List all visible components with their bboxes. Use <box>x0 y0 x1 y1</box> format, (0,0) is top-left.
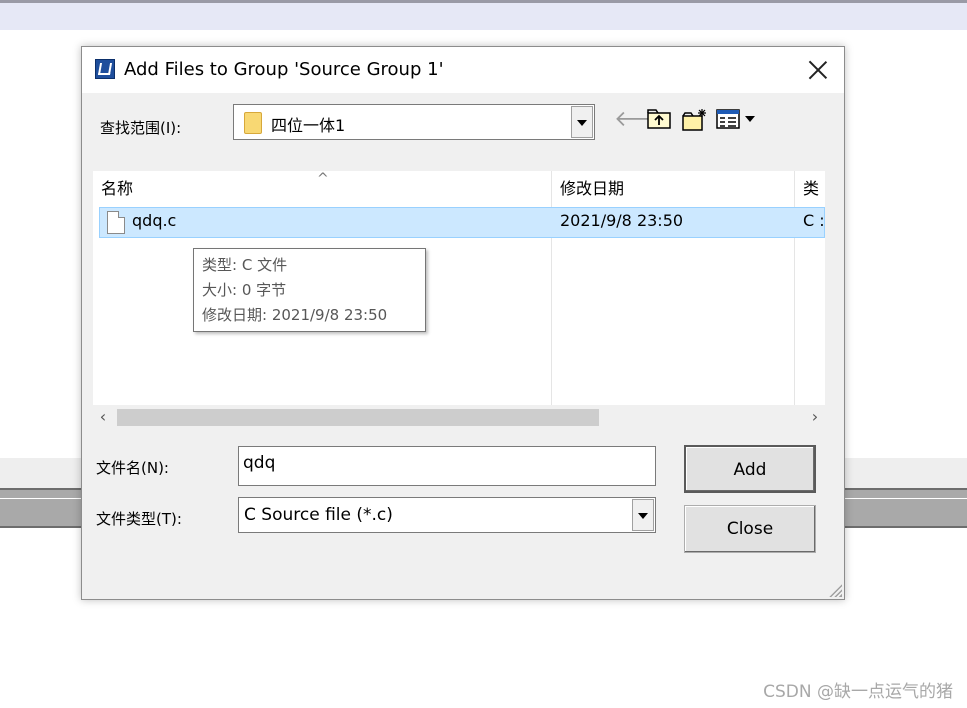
chevron-down-icon[interactable] <box>571 106 593 138</box>
look-in-combobox[interactable]: 四位一体1 <box>233 104 595 140</box>
file-type-cell: C : <box>803 211 825 230</box>
back-arrow-icon[interactable]: 🡐 <box>614 108 673 132</box>
new-folder-icon[interactable] <box>682 108 706 132</box>
filename-input[interactable]: qdq <box>238 446 656 486</box>
scrollbar-thumb[interactable] <box>117 409 599 426</box>
close-button[interactable]: Close <box>684 505 816 553</box>
background-top-bar <box>0 0 967 30</box>
file-info-tooltip: 类型: C 文件 大小: 0 字节 修改日期: 2021/9/8 23:50 <box>193 248 426 332</box>
filename-label: 文件名(N): <box>96 459 169 477</box>
filetype-value: C Source file (*.c) <box>244 505 393 525</box>
scroll-right-icon[interactable]: › <box>805 405 825 429</box>
file-name-cell[interactable]: qdq.c <box>132 211 176 230</box>
table-row[interactable] <box>99 207 825 238</box>
view-menu-icon[interactable] <box>716 108 760 132</box>
scroll-left-icon[interactable]: ‹ <box>93 405 113 429</box>
file-modified-cell: 2021/9/8 23:50 <box>560 211 684 230</box>
tooltip-size: 大小: 0 字节 <box>202 281 287 299</box>
watermark: CSDN @缺一点运气的猪 <box>763 682 953 702</box>
filetype-combobox[interactable]: C Source file (*.c) <box>238 497 656 533</box>
folder-icon <box>244 112 262 134</box>
horizontal-scrollbar[interactable]: ‹ › <box>93 405 825 429</box>
keil-app-icon <box>95 59 115 79</box>
file-icon <box>107 211 125 234</box>
up-folder-icon[interactable] <box>647 108 671 132</box>
dialog-title: Add Files to Group 'Source Group 1' <box>124 59 444 80</box>
filetype-label: 文件类型(T): <box>96 510 182 528</box>
chevron-down-icon[interactable] <box>632 499 654 531</box>
look-in-value: 四位一体1 <box>271 116 346 135</box>
tooltip-modified: 修改日期: 2021/9/8 23:50 <box>202 306 388 324</box>
title-bar[interactable]: Add Files to Group 'Source Group 1' <box>82 47 844 93</box>
close-icon[interactable] <box>806 58 830 82</box>
column-header-name[interactable]: 名称 <box>101 171 541 207</box>
column-header-type[interactable]: 类 <box>803 171 825 207</box>
look-in-label: 查找范围(I): <box>100 119 182 137</box>
column-header-modified[interactable]: 修改日期 <box>560 171 790 207</box>
add-button[interactable]: Add <box>684 445 816 493</box>
tooltip-type: 类型: C 文件 <box>202 256 288 274</box>
resize-grip-icon[interactable] <box>828 583 842 597</box>
